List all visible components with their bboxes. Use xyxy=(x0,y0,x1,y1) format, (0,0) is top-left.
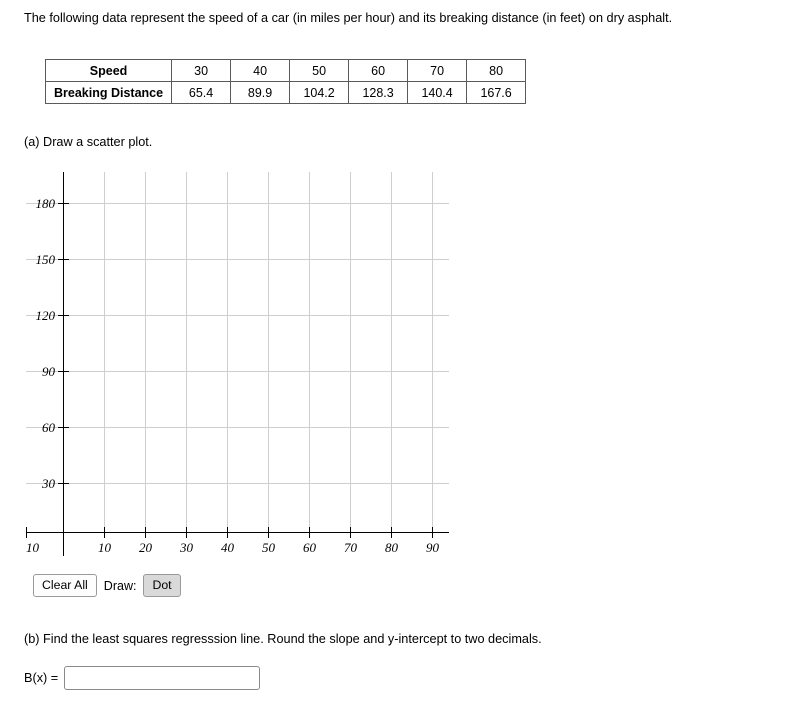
scatter-plot-canvas[interactable]: 180 150 120 90 60 30 10 10 20 30 40 50 6… xyxy=(24,168,454,560)
x-tick-label-10: 10 xyxy=(98,540,112,555)
speed-cell-2: 50 xyxy=(289,59,350,82)
data-table: Speed 30 40 50 60 70 80 Breaking Distanc… xyxy=(44,59,527,104)
graph-svg[interactable]: 180 150 120 90 60 30 10 10 20 30 40 50 6… xyxy=(24,168,454,560)
x-tick-label-90: 90 xyxy=(426,540,440,555)
y-tick-label-180: 180 xyxy=(36,196,56,211)
row-label-speed: Speed xyxy=(44,59,173,82)
distance-cell-1: 89.9 xyxy=(230,81,291,104)
answer-label: B(x) = xyxy=(24,671,59,685)
graph-toolbar: Clear All Draw: Dot xyxy=(33,574,181,597)
x-tick-label-80: 80 xyxy=(385,540,399,555)
x-tick-label-50: 50 xyxy=(262,540,276,555)
row-label-distance: Breaking Distance xyxy=(44,81,173,104)
x-tick-label-40: 40 xyxy=(221,540,235,555)
x-tick-label-20: 20 xyxy=(139,540,153,555)
distance-cell-5: 167.6 xyxy=(466,81,527,104)
draw-label: Draw: xyxy=(103,578,137,593)
grid-horizontal xyxy=(26,203,449,484)
distance-cell-3: 128.3 xyxy=(348,81,409,104)
x-tick-label-70: 70 xyxy=(344,540,358,555)
worksheet-page: The following data represent the speed o… xyxy=(0,0,796,706)
distance-cell-4: 140.4 xyxy=(407,81,468,104)
problem-statement: The following data represent the speed o… xyxy=(24,11,673,25)
x-tick-label-60: 60 xyxy=(303,540,317,555)
y-tick-label-90: 90 xyxy=(42,364,56,379)
table-row-distance: Breaking Distance 65.4 89.9 104.2 128.3 … xyxy=(44,81,527,104)
x-axis-origin-label: 10 xyxy=(26,540,40,555)
part-b-prompt: (b) Find the least squares regresssion l… xyxy=(24,632,542,646)
y-tick-label-150: 150 xyxy=(36,252,56,267)
y-tick-label-30: 30 xyxy=(41,476,56,491)
speed-cell-0: 30 xyxy=(171,59,232,82)
speed-cell-1: 40 xyxy=(230,59,291,82)
distance-cell-0: 65.4 xyxy=(171,81,232,104)
answer-row: B(x) = xyxy=(24,666,261,690)
regression-line-input[interactable] xyxy=(64,666,261,690)
speed-cell-4: 70 xyxy=(407,59,468,82)
clear-all-button[interactable]: Clear All xyxy=(33,574,97,597)
y-tick-label-60: 60 xyxy=(42,420,56,435)
speed-cell-5: 80 xyxy=(466,59,527,82)
part-a-prompt: (a) Draw a scatter plot. xyxy=(24,135,153,149)
grid-vertical xyxy=(63,172,433,532)
table-row-speed: Speed 30 40 50 60 70 80 xyxy=(44,59,527,82)
x-tick-label-30: 30 xyxy=(179,540,194,555)
distance-cell-2: 104.2 xyxy=(289,81,350,104)
draw-dot-button[interactable]: Dot xyxy=(143,574,181,597)
y-tick-label-120: 120 xyxy=(36,308,56,323)
speed-cell-3: 60 xyxy=(348,59,409,82)
